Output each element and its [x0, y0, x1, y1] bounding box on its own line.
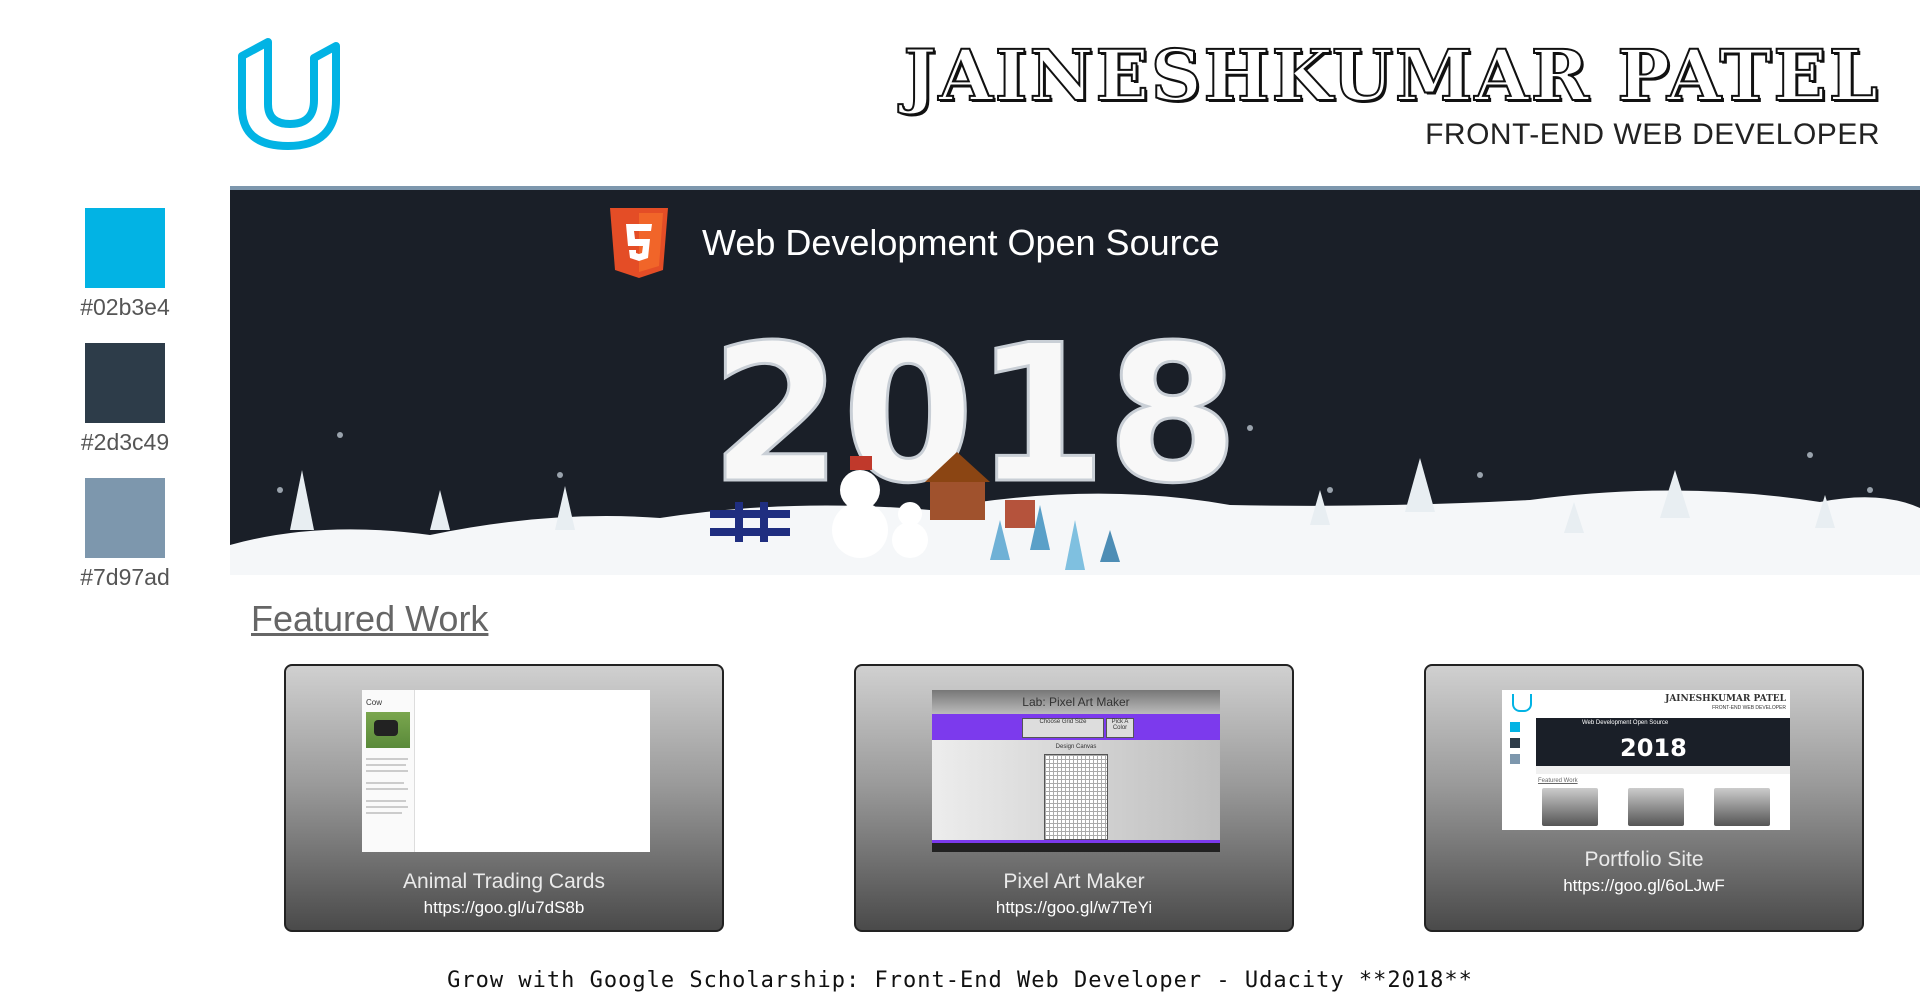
- palette-item: #02b3e4: [60, 208, 190, 321]
- project-title: Portfolio Site: [1584, 848, 1704, 871]
- udacity-logo-icon: [238, 38, 340, 150]
- featured-heading[interactable]: Featured Work: [251, 598, 488, 640]
- page-title: JAINESHKUMAR PATEL: [902, 33, 1880, 118]
- color-code: #7d97ad: [80, 564, 170, 590]
- palette-item: #2d3c49: [60, 343, 190, 456]
- palette-item: #7d97ad: [60, 478, 190, 591]
- color-swatch: [85, 478, 165, 558]
- color-swatch: [85, 208, 165, 288]
- project-link[interactable]: https://goo.gl/u7dS8b: [286, 898, 722, 918]
- project-link[interactable]: https://goo.gl/w7TeYi: [856, 898, 1292, 918]
- page-subtitle: FRONT-END WEB DEVELOPER: [1425, 118, 1880, 151]
- project-link[interactable]: https://goo.gl/6oLJwF: [1426, 876, 1862, 896]
- project-thumbnail[interactable]: Cow: [362, 690, 650, 852]
- footer-text: Grow with Google Scholarship: Front-End …: [447, 968, 1473, 993]
- project-card-pixel-art-maker[interactable]: Lab: Pixel Art Maker Choose Grid Size Pi…: [854, 664, 1294, 932]
- html5-icon: [610, 208, 668, 278]
- project-card-animal-trading-cards[interactable]: Cow Animal Trading Cards https://goo.gl/…: [284, 664, 724, 932]
- color-code: #2d3c49: [80, 429, 170, 455]
- project-title: Pixel Art Maker: [1003, 870, 1145, 893]
- project-thumbnail[interactable]: Lab: Pixel Art Maker Choose Grid Size Pi…: [932, 690, 1220, 852]
- banner-title: Web Development Open Source: [702, 222, 1220, 263]
- color-swatch: [85, 343, 165, 423]
- color-palette: #02b3e4 #2d3c49 #7d97ad: [60, 208, 190, 613]
- color-code: #02b3e4: [80, 294, 170, 320]
- project-thumbnail[interactable]: JAINESHKUMAR PATEL FRONT-END WEB DEVELOP…: [1502, 690, 1790, 830]
- project-title: Animal Trading Cards: [403, 870, 605, 893]
- project-card-portfolio-site[interactable]: JAINESHKUMAR PATEL FRONT-END WEB DEVELOP…: [1424, 664, 1864, 932]
